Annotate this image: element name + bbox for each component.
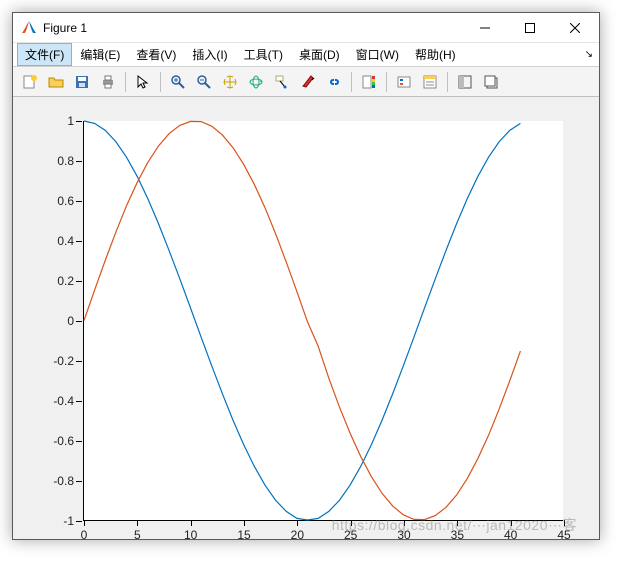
y-tick-label: 0.6 [57,194,74,208]
x-tick-label: 10 [184,528,197,542]
menu-help[interactable]: 帮助(H) [407,43,464,66]
x-tick-label: 35 [451,528,464,542]
y-tick-label: -0.8 [53,474,74,488]
menu-tools[interactable]: 工具(T) [236,43,291,66]
undock-icon[interactable] [479,70,503,94]
x-tick [351,520,352,526]
x-tick-label: 15 [237,528,250,542]
menu-view[interactable]: 查看(V) [128,43,184,66]
legend-icon[interactable] [392,70,416,94]
x-tick-label: 40 [504,528,517,542]
close-button[interactable] [552,14,597,42]
open-icon[interactable] [44,70,68,94]
y-tick-label: 0 [67,314,74,328]
menu-window[interactable]: 窗口(W) [348,43,407,66]
menu-desktop[interactable]: 桌面(D) [291,43,348,66]
pointer-icon[interactable] [131,70,155,94]
x-tick [564,520,565,526]
x-tick-label: 0 [81,528,88,542]
rotate3d-icon[interactable] [244,70,268,94]
y-tick [76,321,82,322]
y-tick-label: -0.2 [53,354,74,368]
axes[interactable]: -1-0.8-0.6-0.4-0.200.20.40.60.8105101520… [83,121,563,521]
x-tick [457,520,458,526]
x-tick-label: 45 [557,528,570,542]
brush-icon[interactable] [296,70,320,94]
minimize-button[interactable] [462,14,507,42]
window-title: Figure 1 [43,21,87,35]
y-tick [76,201,82,202]
x-tick [511,520,512,526]
y-tick [76,481,82,482]
y-tick-label: -1 [63,514,74,528]
y-tick [76,281,82,282]
line-series [84,121,563,520]
y-tick-label: 0.2 [57,274,74,288]
matlab-icon [21,20,37,36]
y-tick [76,401,82,402]
y-tick-label: -0.6 [53,434,74,448]
x-tick [191,520,192,526]
link-icon[interactable] [322,70,346,94]
y-tick [76,361,82,362]
x-tick [84,520,85,526]
y-tick [76,521,82,522]
zoom-out-icon[interactable] [192,70,216,94]
data-cursor-icon[interactable] [270,70,294,94]
x-tick [297,520,298,526]
titlebar: Figure 1 [13,13,599,43]
y-tick [76,441,82,442]
menu-insert[interactable]: 插入(I) [184,43,235,66]
toolbar [13,67,599,97]
x-tick [244,520,245,526]
menubar: 文件(F) 编辑(E) 查看(V) 插入(I) 工具(T) 桌面(D) 窗口(W… [13,43,599,67]
toolbar-separator [447,72,448,92]
x-tick-label: 5 [134,528,141,542]
y-tick-label: -0.4 [53,394,74,408]
toolbar-separator [386,72,387,92]
menu-edit[interactable]: 编辑(E) [72,43,128,66]
figure-window: Figure 1 文件(F) 编辑(E) 查看(V) 插入(I) 工具(T) 桌… [12,12,600,540]
toolbar-separator [125,72,126,92]
pan-icon[interactable] [218,70,242,94]
dock-icon[interactable] [453,70,477,94]
new-figure-icon[interactable] [18,70,42,94]
y-tick-label: 1 [67,114,74,128]
maximize-button[interactable] [507,14,552,42]
y-tick [76,121,82,122]
annotations-icon[interactable] [418,70,442,94]
figure-canvas[interactable]: -1-0.8-0.6-0.4-0.200.20.40.60.8105101520… [13,97,599,539]
toolbar-separator [160,72,161,92]
colorbar-icon[interactable] [357,70,381,94]
y-tick-label: 0.4 [57,234,74,248]
y-tick [76,241,82,242]
menu-overflow-icon[interactable]: ↘ [585,49,593,60]
zoom-in-icon[interactable] [166,70,190,94]
y-tick-label: 0.8 [57,154,74,168]
x-tick-label: 25 [344,528,357,542]
menu-file[interactable]: 文件(F) [17,43,72,66]
save-icon[interactable] [70,70,94,94]
x-tick [137,520,138,526]
x-tick-label: 20 [291,528,304,542]
toolbar-separator [351,72,352,92]
y-tick [76,161,82,162]
x-tick [404,520,405,526]
x-tick-label: 30 [397,528,410,542]
print-icon[interactable] [96,70,120,94]
